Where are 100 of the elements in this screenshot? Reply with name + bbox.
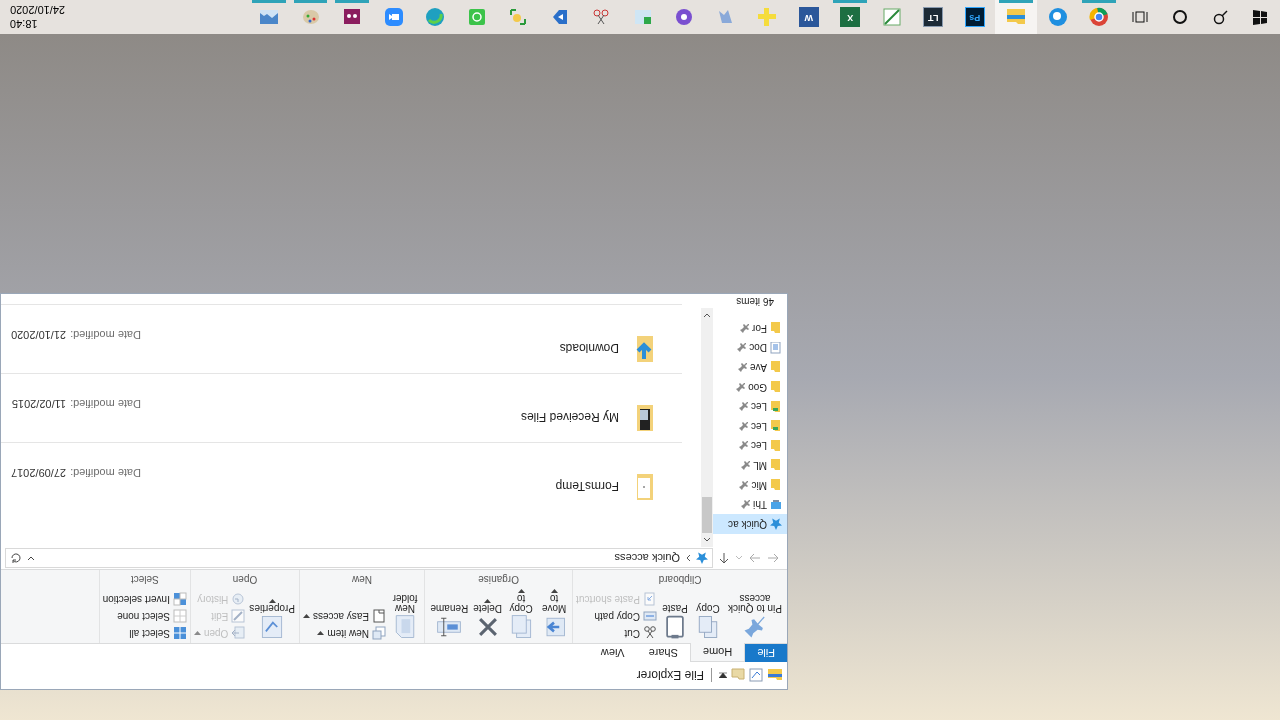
customize-toolbar-icon <box>719 672 727 678</box>
crop-icon <box>508 7 529 27</box>
nav-item[interactable]: For <box>713 318 787 339</box>
ring-logo-icon <box>1089 7 1110 27</box>
ribbon-tab[interactable]: View <box>588 644 637 662</box>
spreadsheet-icon <box>632 7 653 27</box>
spreadsheet-logo-icon: X <box>840 7 861 27</box>
pin-icon <box>737 343 747 353</box>
windows-logo-icon <box>1251 8 1269 26</box>
ruler-icon <box>757 7 778 27</box>
nav-item[interactable]: Quick ac <box>713 514 787 534</box>
file-name: Downloads <box>558 340 619 357</box>
ribbon-button[interactable]: Copy path <box>576 609 657 623</box>
ribbon-button[interactable]: Copy to <box>506 588 537 641</box>
running-indicator <box>294 0 328 3</box>
file-name: FormsTemp <box>554 478 619 495</box>
clock-time: 18:40 <box>10 17 38 31</box>
group-label: New <box>351 573 373 587</box>
ribbon-button[interactable]: Rename <box>429 603 470 641</box>
clock-date: 24/10/2020 <box>10 3 66 17</box>
document-logo-icon: W <box>798 7 819 27</box>
ribbon-button[interactable]: Easy access <box>302 609 387 623</box>
nav-item[interactable]: ML <box>713 455 787 476</box>
nav-item[interactable]: Doc <box>713 338 787 358</box>
date-value: 27/09/2017 <box>11 466 67 481</box>
select-none-icon <box>172 609 187 623</box>
file-row[interactable]: Downloads Date modified: 21/10/2020 <box>1 304 682 373</box>
date-label: Date modified: <box>70 397 141 412</box>
taskbar-app-button[interactable]: X <box>829 0 871 34</box>
chat-bubble-icon <box>466 7 487 27</box>
caret-icon <box>484 598 492 603</box>
path-text: Quick access <box>613 551 680 567</box>
landscape-icon <box>259 7 280 27</box>
folder-icon <box>770 459 782 472</box>
ribbon-tab[interactable]: Share <box>636 644 690 662</box>
address-field[interactable]: Quick access <box>5 548 713 568</box>
ribbon-button[interactable]: Select none <box>102 609 187 623</box>
history-icon <box>231 592 246 606</box>
nav-item[interactable]: Thi <box>713 494 787 515</box>
ribbon-button[interactable]: Cut <box>576 626 657 640</box>
swirl-logo-icon <box>425 7 446 27</box>
file-row[interactable]: My Received Files Date modified: 11/02/2015 <box>1 373 682 442</box>
caret-icon <box>317 630 325 636</box>
file-name: My Received Files <box>519 409 619 426</box>
ribbon-button[interactable]: Select all <box>102 626 187 640</box>
square-logo-icon: LT <box>923 7 944 27</box>
group-label: Organise <box>477 573 520 587</box>
folder-icon <box>770 400 782 413</box>
nav-item[interactable]: Mic <box>713 475 787 495</box>
taskbar-app-button[interactable] <box>995 0 1037 34</box>
ribbon-button[interactable]: Copy <box>693 603 723 641</box>
ribbon-button[interactable]: Paste <box>660 603 690 641</box>
taskbar-app-button[interactable]: LT <box>912 0 954 34</box>
pin-icon <box>738 421 748 431</box>
video-camera-icon <box>383 7 404 27</box>
properties-icon <box>749 668 763 682</box>
ribbon-button[interactable]: New item <box>302 626 387 640</box>
nav-item[interactable]: Lec <box>713 416 787 437</box>
nav-item[interactable]: Lec <box>713 436 787 456</box>
file-tab[interactable]: File <box>745 644 787 662</box>
folder-icon <box>770 420 782 433</box>
ribbon-button[interactable]: Delete <box>472 598 504 641</box>
pin-icon <box>739 480 749 490</box>
pin-icon <box>738 441 748 451</box>
nav-item[interactable]: Goo <box>713 377 787 397</box>
open-icon <box>231 626 246 640</box>
file-row[interactable]: FormsTemp Date modified: 27/09/2017 <box>1 442 682 511</box>
pin-icon <box>738 402 748 412</box>
swirl-logo-icon <box>1047 7 1068 27</box>
nav-item[interactable]: Lec <box>713 396 787 417</box>
document-icon <box>770 341 782 354</box>
folder-icon <box>770 479 782 491</box>
nav-item[interactable]: Ave <box>713 357 787 378</box>
pin-icon <box>741 500 751 510</box>
scissors-icon <box>643 626 657 640</box>
scissors-icon <box>591 7 612 27</box>
running-indicator <box>252 0 286 3</box>
scrollbar-thumb[interactable] <box>702 497 712 533</box>
palette-icon <box>300 7 321 27</box>
group-label: Clipboard <box>657 573 703 587</box>
caret-icon <box>302 613 310 619</box>
chevron-icon <box>685 554 691 562</box>
ribbon-button[interactable]: Pin to Quick access <box>726 593 784 641</box>
ribbon-button[interactable]: Properties <box>248 598 296 641</box>
taskbar-app-button[interactable]: W <box>788 0 830 34</box>
scrollbar[interactable] <box>701 308 713 547</box>
pin-icon <box>737 362 747 372</box>
folder-icon <box>770 322 782 335</box>
ribbon-tab[interactable]: Home <box>689 643 746 662</box>
circle-icon <box>1171 8 1189 26</box>
edit-icon <box>231 609 246 623</box>
taskbar-app-button[interactable]: Ps <box>954 0 996 34</box>
status-text: 46 items <box>735 295 775 308</box>
square-logo-icon: Ps <box>964 7 985 27</box>
ribbon-button[interactable]: Move to <box>539 588 570 641</box>
ribbon-button[interactable]: New folder <box>389 593 422 641</box>
running-indicator <box>335 0 369 3</box>
ribbon-button[interactable]: Invert selection <box>102 592 187 606</box>
chevron-icon <box>735 555 743 561</box>
group-label: Select <box>129 573 160 587</box>
